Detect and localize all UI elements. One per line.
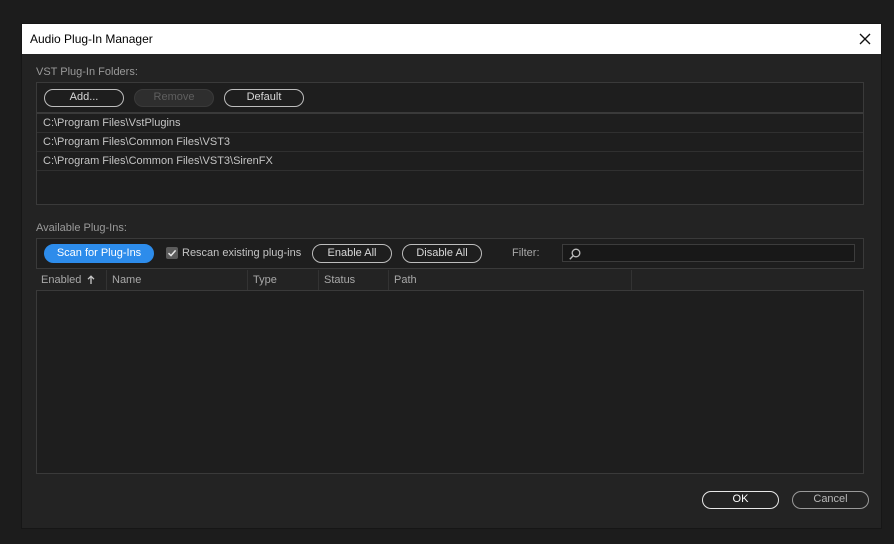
filter-input[interactable] [562,244,855,262]
column-header-path[interactable]: Path [389,270,632,290]
folder-row[interactable]: C:\Program Files\Common Files\VST3 [37,133,863,152]
column-label: Path [394,274,417,286]
column-header-type[interactable]: Type [248,270,319,290]
plugin-table-header: Enabled Name Type Status Path [36,270,632,290]
dialog-title: Audio Plug-In Manager [30,32,153,46]
search-icon [569,248,581,260]
vst-folders-toolbar: Add... Remove Default [36,82,864,113]
filter-label: Filter: [512,247,540,259]
remove-folder-button[interactable]: Remove [134,89,214,107]
column-header-enabled[interactable]: Enabled [36,270,107,290]
column-label: Enabled [41,274,82,286]
cancel-button[interactable]: Cancel [792,491,869,509]
default-folders-button[interactable]: Default [224,89,304,107]
rescan-checkbox[interactable] [166,247,178,259]
folder-row[interactable]: C:\Program Files\VstPlugins [37,114,863,133]
rescan-label[interactable]: Rescan existing plug-ins [182,247,301,259]
vst-folder-list: C:\Program Files\VstPlugins C:\Program F… [36,113,864,205]
disable-all-button[interactable]: Disable All [402,244,482,263]
close-button[interactable] [853,27,877,51]
column-label: Name [112,274,142,286]
vst-folders-label: VST Plug-In Folders: [36,66,138,78]
column-label: Type [253,274,277,286]
ok-button[interactable]: OK [702,491,779,509]
available-plugins-toolbar: Scan for Plug-Ins Rescan existing plug-i… [36,238,864,269]
column-label: Status [324,274,356,286]
column-header-name[interactable]: Name [107,270,248,290]
checkmark-icon [167,249,177,257]
scan-plugins-button[interactable]: Scan for Plug-Ins [44,244,154,263]
dialog-titlebar: Audio Plug-In Manager [22,24,881,54]
audio-plugin-manager-dialog: Audio Plug-In Manager VST Plug-In Folder… [22,24,881,528]
plugin-table-body [36,290,864,474]
arrow-up-icon [87,275,95,285]
folder-row[interactable]: C:\Program Files\Common Files\VST3\Siren… [37,152,863,171]
close-icon [859,33,871,45]
enable-all-button[interactable]: Enable All [312,244,392,263]
add-folder-button[interactable]: Add... [44,89,124,107]
available-plugins-label: Available Plug-Ins: [36,222,127,234]
column-header-status[interactable]: Status [319,270,389,290]
